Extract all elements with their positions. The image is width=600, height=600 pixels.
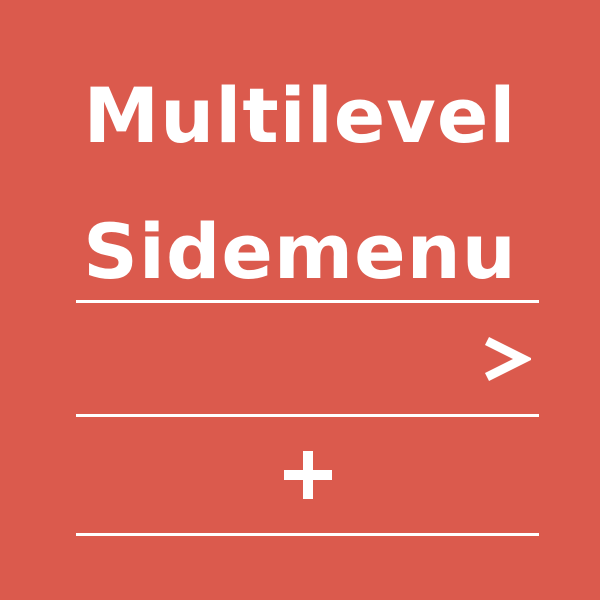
page-title: Multilevel Sidemenu <box>0 48 600 320</box>
divider-bottom <box>76 533 539 536</box>
plus-icon <box>283 451 332 499</box>
chevron-right-icon <box>484 336 531 381</box>
menu-item-expand[interactable] <box>76 417 539 533</box>
title-line-1: Multilevel <box>83 71 517 160</box>
menu-item-submenu[interactable] <box>76 303 539 414</box>
